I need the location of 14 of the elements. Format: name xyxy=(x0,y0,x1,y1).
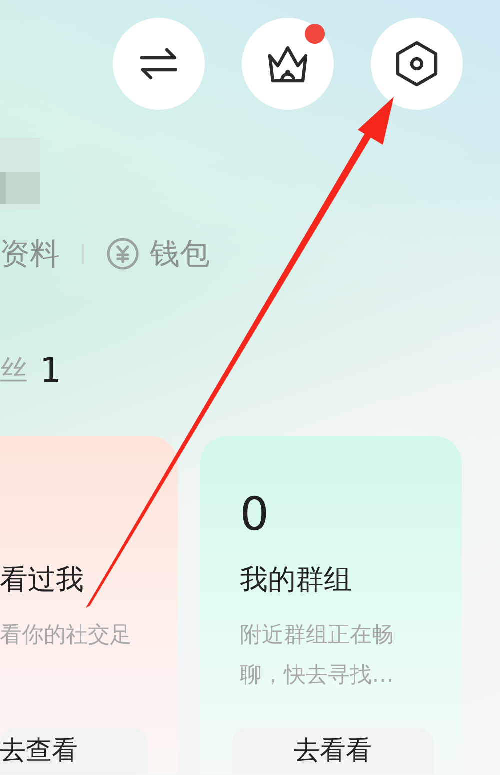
card-description: 看你的社交足 xyxy=(0,622,133,650)
followers-count: 1 xyxy=(40,350,62,392)
card-button[interactable]: 去看看 xyxy=(232,728,434,774)
card-title: 我的群组 xyxy=(240,562,353,598)
card-count: 0 xyxy=(240,491,270,537)
settings-icon xyxy=(395,40,439,88)
coin-icon xyxy=(106,237,140,271)
card-title: 看过我 xyxy=(0,562,85,598)
followers-label: 丝 xyxy=(0,353,28,389)
swap-icon xyxy=(139,46,179,82)
pixelated-name-drawing xyxy=(0,138,40,210)
card-description: 附近群组正在畅聊，快去寻找… xyxy=(240,622,395,690)
card-button[interactable]: 去查看 xyxy=(0,728,148,774)
crown-icon xyxy=(266,44,310,84)
